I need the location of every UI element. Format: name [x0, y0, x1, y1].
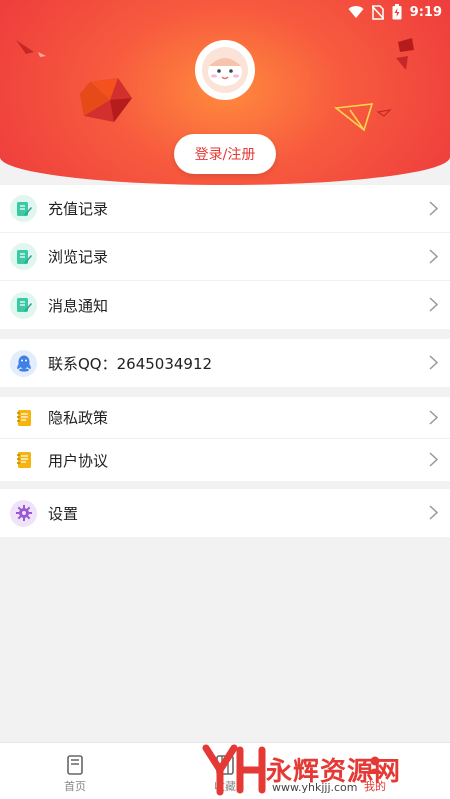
qq-icon	[10, 349, 37, 377]
status-time: 9:19	[409, 4, 442, 20]
menu-item-privacy-policy[interactable]: 隐私政策	[0, 397, 450, 439]
menu-item-label: 设置	[48, 504, 79, 523]
menu-item-browse-history[interactable]: 浏览记录	[0, 233, 450, 281]
watermark: 永辉资源网 www.yhkjjj.com	[200, 740, 450, 799]
chevron-right-icon	[429, 249, 438, 264]
chevron-right-icon	[429, 452, 438, 467]
edit-icon	[10, 243, 37, 270]
menu-group-contact: 联系QQ：2645034912	[0, 339, 450, 387]
chevron-right-icon	[429, 410, 438, 425]
gear-icon	[10, 499, 37, 527]
menu-item-label: 浏览记录	[48, 248, 109, 266]
menu-item-user-agreement[interactable]: 用户协议	[0, 439, 450, 481]
menu-group-settings: 设置	[0, 489, 450, 537]
menu-group-legal: 隐私政策 用户协议	[0, 397, 450, 481]
menu-item-contact-qq[interactable]: 联系QQ：2645034912	[0, 339, 450, 387]
cube-icon	[396, 38, 414, 70]
notebook-icon	[10, 404, 37, 431]
no-sim-icon	[371, 4, 384, 20]
book-icon	[67, 755, 83, 775]
menu-item-message-notifications[interactable]: 消息通知	[0, 281, 450, 329]
chevron-right-icon	[429, 297, 438, 312]
battery-icon	[392, 4, 402, 20]
menu-item-settings[interactable]: 设置	[0, 489, 450, 537]
tab-label: 首页	[64, 780, 86, 793]
menu-item-label: 隐私政策	[48, 409, 109, 427]
gem-icon	[80, 78, 132, 122]
chevron-right-icon	[429, 201, 438, 216]
menu-group-records: 充值记录 浏览记录 消息通知	[0, 185, 450, 329]
menu-item-label: 充值记录	[48, 200, 109, 218]
menu-item-label: 联系QQ：2645034912	[48, 354, 213, 373]
wifi-icon	[348, 6, 364, 19]
edit-icon	[10, 291, 37, 319]
menu-item-recharge-records[interactable]: 充值记录	[0, 185, 450, 233]
chevron-right-icon	[429, 505, 438, 520]
avatar[interactable]	[195, 40, 255, 100]
edit-icon	[10, 195, 37, 222]
yh-logo-icon	[202, 744, 266, 795]
status-bar: 9:19	[0, 0, 450, 26]
profile-header: 9:19 登录/注册	[0, 0, 450, 185]
tab-home[interactable]: 首页	[0, 743, 150, 799]
menu-item-label: 用户协议	[48, 451, 109, 470]
login-register-button[interactable]: 登录/注册	[174, 134, 276, 174]
menu-item-label: 消息通知	[48, 296, 109, 315]
chevron-right-icon	[429, 355, 438, 370]
notebook-icon	[10, 447, 37, 474]
paper-plane-icon	[16, 40, 46, 57]
avatar-mascot-icon	[202, 47, 248, 93]
paper-plane-outline-icon	[334, 103, 392, 132]
watermark-url: www.yhkjjj.com	[272, 781, 358, 794]
